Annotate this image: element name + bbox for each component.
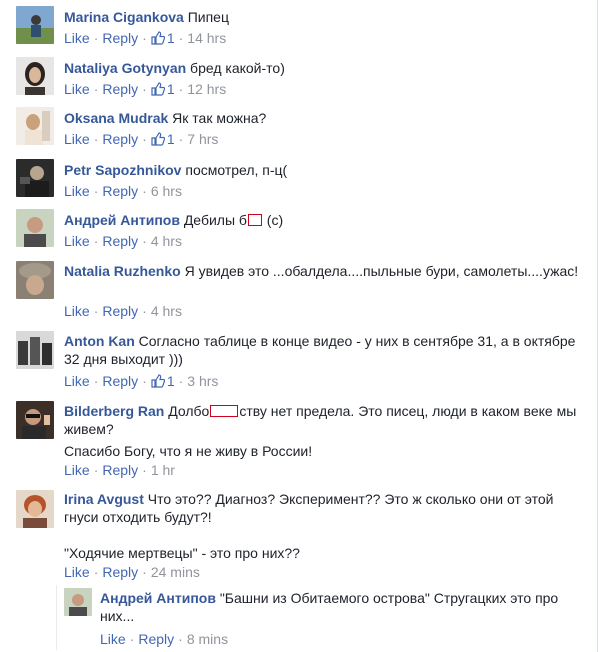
like-count[interactable]: 1 [151,30,175,46]
comment-actions: Like · Reply · 1 hr [64,462,175,478]
like-link[interactable]: Like [100,631,126,647]
like-link[interactable]: Like [64,30,90,46]
like-link[interactable]: Like [64,183,90,199]
author-name[interactable]: Андрей Антипов [100,590,216,606]
like-link[interactable]: Like [64,233,90,249]
timestamp[interactable]: 1 hr [151,462,175,478]
comment-text: Я увидев это ...обалдела....пыльные бури… [184,263,579,279]
like-link[interactable]: Like [64,81,90,97]
comment-actions: Like · Reply · 4 hrs [64,233,182,249]
like-count[interactable]: 1 [151,373,175,389]
author-name[interactable]: Bilderberg Ran [64,403,164,419]
comment-actions: Like · Reply · 24 mins [64,564,200,580]
thumbs-up-icon [151,132,165,146]
thumbs-up-icon [151,374,165,388]
avatar[interactable] [64,588,92,616]
avatar[interactable] [16,490,54,528]
timestamp[interactable]: 24 mins [151,564,200,580]
reply-link[interactable]: Reply [102,564,138,580]
comment-actions: Like · Reply · 6 hrs [64,183,182,199]
reply-thread-line [56,585,57,650]
reply-link[interactable]: Reply [102,30,138,46]
author-name[interactable]: Irina Avgust [64,491,144,507]
timestamp[interactable]: 8 mins [187,631,228,647]
comment-text: посмотрел, п-ц( [185,162,288,178]
comment-text: Согласно таблице в конце видео - у них в… [64,333,576,367]
comment-actions: Like · Reply · 1 · 3 hrs [64,373,219,389]
like-link[interactable]: Like [64,303,90,319]
thumbs-up-icon [151,31,165,45]
censor-box [247,214,262,226]
comment-text: Як так можна? [172,110,267,126]
reply-link[interactable]: Reply [102,81,138,97]
like-link[interactable]: Like [64,373,90,389]
comment-text: Дебилы б (с) [183,212,284,228]
reply-link[interactable]: Reply [102,303,138,319]
avatar[interactable] [16,261,54,299]
reply-link[interactable]: Reply [102,183,138,199]
reply-link[interactable]: Reply [102,462,138,478]
timestamp[interactable]: 6 hrs [151,183,182,199]
comment-text: Пипец [187,9,229,25]
timestamp[interactable]: 14 hrs [187,30,226,46]
author-name[interactable]: Marina Cigankova [64,9,184,25]
timestamp[interactable]: 7 hrs [187,131,218,147]
timestamp[interactable]: 12 hrs [187,81,226,97]
reply-link[interactable]: Reply [138,631,174,647]
avatar[interactable] [16,57,54,95]
author-name[interactable]: Nataliya Gotynyan [64,60,186,76]
reply-link[interactable]: Reply [102,373,138,389]
like-link[interactable]: Like [64,462,90,478]
like-link[interactable]: Like [64,131,90,147]
reply-link[interactable]: Reply [102,233,138,249]
comment-actions: Like · Reply · 4 hrs [64,303,182,319]
author-name[interactable]: Natalia Ruzhenko [64,263,181,279]
comment-actions: Like · Reply · 1 · 7 hrs [64,131,219,147]
avatar[interactable] [16,159,54,197]
author-name[interactable]: Anton Kan [64,333,135,349]
timestamp[interactable]: 4 hrs [151,233,182,249]
avatar[interactable] [16,401,54,439]
comment-actions: Like · Reply · 1 · 14 hrs [64,30,227,46]
like-count[interactable]: 1 [151,81,175,97]
author-name[interactable]: Oksana Mudrak [64,110,168,126]
avatar[interactable] [16,6,54,44]
avatar[interactable] [16,209,54,247]
reply-link[interactable]: Reply [102,131,138,147]
avatar[interactable] [16,331,54,369]
avatar[interactable] [16,107,54,145]
author-name[interactable]: Petr Sapozhnikov [64,162,181,178]
comment-actions: Like · Reply · 1 · 12 hrs [64,81,227,97]
like-count[interactable]: 1 [151,131,175,147]
timestamp[interactable]: 3 hrs [187,373,218,389]
comment-text: бред какой-то) [190,60,285,76]
thumbs-up-icon [151,82,165,96]
like-link[interactable]: Like [64,564,90,580]
author-name[interactable]: Андрей Антипов [64,212,180,228]
timestamp[interactable]: 4 hrs [151,303,182,319]
comment-actions: Like · Reply · 8 mins [100,631,229,647]
comments-panel: Marina Cigankova Пипец Like · Reply · 1 · 14 h… [0,0,598,652]
censor-box [210,405,239,417]
